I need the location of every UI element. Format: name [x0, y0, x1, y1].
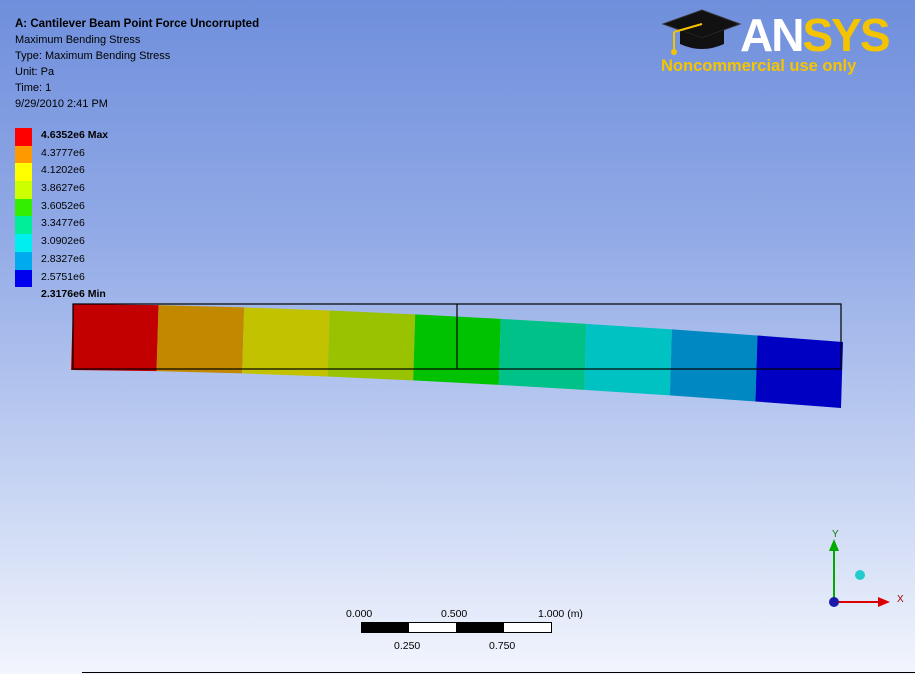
scale-ruler: 0.000 0.500 1.000 (m) 0.250 0.750 — [340, 608, 600, 658]
scale-label: 0.250 — [394, 640, 421, 652]
beam-segment — [669, 329, 758, 402]
scale-label: 0.750 — [489, 640, 516, 652]
beam-segment — [71, 304, 159, 372]
axis-triad[interactable]: Y X — [820, 525, 910, 615]
beam-segment — [584, 323, 672, 396]
graphics-viewport[interactable]: A: Cantilever Beam Point Force Uncorrupt… — [0, 0, 915, 674]
x-axis-label: X — [897, 594, 904, 605]
beam-segment — [498, 318, 587, 390]
axis-triad-icon: Y X — [829, 529, 904, 607]
beam-model[interactable] — [0, 0, 915, 674]
scale-label: 0.500 — [441, 608, 468, 620]
scale-label: 1.000 (m) — [538, 608, 583, 620]
viewport-bottom-border — [82, 672, 915, 673]
scale-bar-segment — [361, 622, 409, 633]
scale-label: 0.000 — [346, 608, 373, 620]
y-axis-label: Y — [832, 529, 839, 540]
scale-bar-segment — [408, 622, 457, 633]
beam-segment — [242, 307, 330, 377]
beam-segment — [755, 335, 843, 408]
beam-segment — [327, 310, 416, 381]
scale-bar-segment — [503, 622, 552, 633]
scale-bar-segment — [456, 622, 504, 633]
beam-segment — [156, 305, 245, 374]
